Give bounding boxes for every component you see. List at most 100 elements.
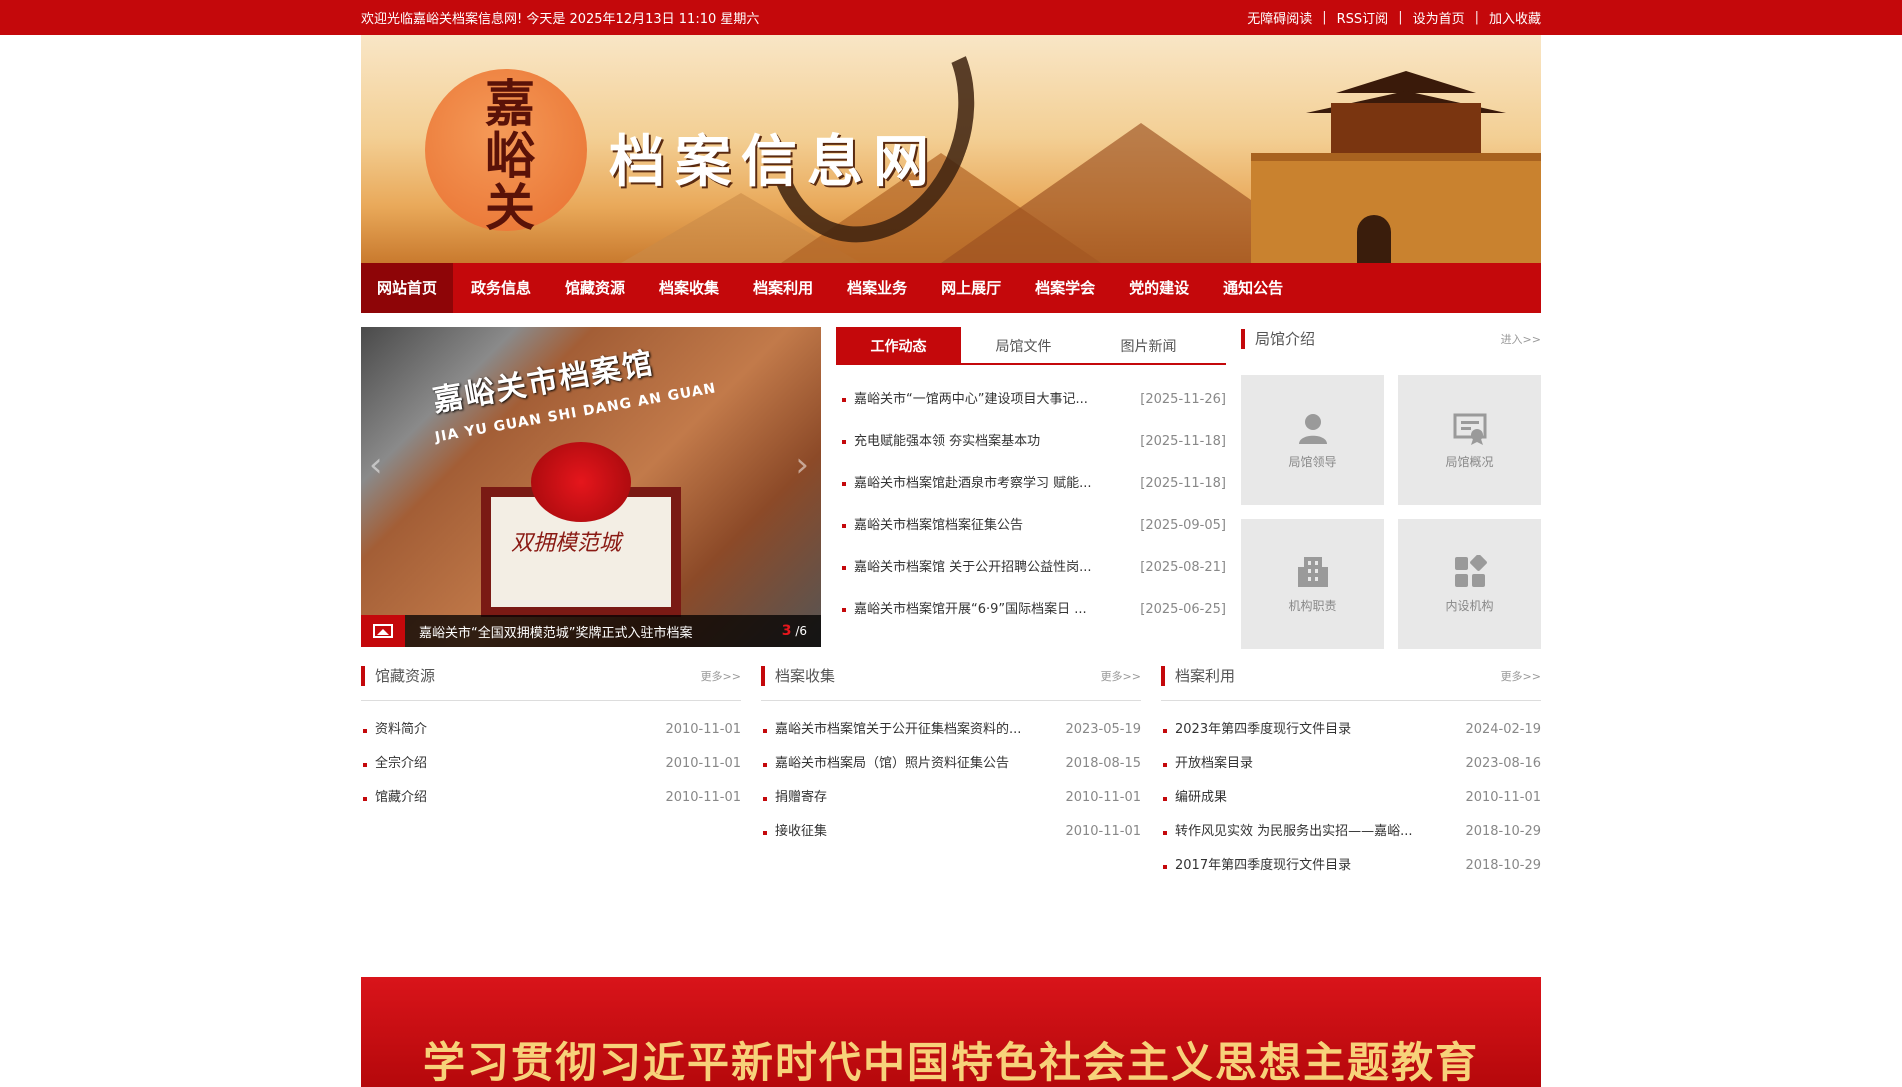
article-date: 2023-08-16 xyxy=(1465,756,1541,771)
nav-home[interactable]: 网站首页 xyxy=(361,263,454,313)
article-date: 2010-11-01 xyxy=(665,756,741,771)
bureau-overview-button[interactable]: 局馆概况 xyxy=(1398,375,1541,505)
accessible-reading-link[interactable]: 无障碍阅读 xyxy=(1247,8,1312,27)
nav-government-info[interactable]: 政务信息 xyxy=(455,263,547,313)
list-item: 2023年第四季度现行文件目录 2024-02-19 xyxy=(1161,713,1541,747)
set-homepage-link[interactable]: 设为首页 xyxy=(1413,8,1465,27)
slide-total: /6 xyxy=(795,624,807,638)
tab-work-updates[interactable]: 工作动态 xyxy=(836,327,961,365)
section-title: 档案利用 xyxy=(1161,665,1235,686)
article-link[interactable]: 资料简介 xyxy=(375,713,655,747)
article-link[interactable]: 2017年第四季度现行文件目录 xyxy=(1175,849,1455,883)
slider-next-icon[interactable]: › xyxy=(795,445,809,485)
organization-duties-button[interactable]: 机构职责 xyxy=(1241,519,1384,649)
cell-label: 机构职责 xyxy=(1288,598,1337,613)
news-date: [2025-09-05] xyxy=(1140,518,1226,533)
article-link[interactable]: 馆藏介绍 xyxy=(375,781,655,815)
nav-online-exhibition[interactable]: 网上展厅 xyxy=(925,263,1017,313)
news-date: [2025-11-18] xyxy=(1140,476,1226,491)
more-link[interactable]: 更多>> xyxy=(1501,668,1541,684)
nav-notices[interactable]: 通知公告 xyxy=(1207,263,1299,313)
article-date: 2010-11-01 xyxy=(1465,790,1541,805)
bureau-leaders-button[interactable]: 局馆领导 xyxy=(1241,375,1384,505)
news-title-link[interactable]: 嘉峪关市档案馆 关于公开招聘公益性岗... xyxy=(854,547,1130,589)
bureau-intro-panel: 局馆介绍 进入>> 局馆领导 局馆概况 机构职责 内设机构 xyxy=(1241,327,1541,649)
article-date: 2010-11-01 xyxy=(1065,790,1141,805)
news-tabs: 工作动态 局馆文件 图片新闻 xyxy=(836,327,1226,365)
list-item: 全宗介绍 2010-11-01 xyxy=(361,747,741,781)
slider-caption-bar: 嘉峪关市“全国双拥模范城”奖牌正式入驻市档案 3 /6 xyxy=(361,615,821,647)
article-date: 2024-02-19 xyxy=(1465,722,1541,737)
cell-label: 局馆概况 xyxy=(1445,454,1494,469)
section-title: 档案收集 xyxy=(761,665,835,686)
divider: | xyxy=(1474,10,1479,25)
list-item: 嘉峪关市“一馆两中心”建设项目大事记... [2025-11-26] xyxy=(836,379,1226,421)
cell-label: 内设机构 xyxy=(1445,598,1494,613)
article-link[interactable]: 嘉峪关市档案局（馆）照片资料征集公告 xyxy=(775,747,1055,781)
article-link[interactable]: 捐赠寄存 xyxy=(775,781,1055,815)
rss-link[interactable]: RSS订阅 xyxy=(1337,8,1389,27)
article-date: 2023-05-19 xyxy=(1065,722,1141,737)
article-link[interactable]: 转作风见实效 为民服务出实招——嘉峪... xyxy=(1175,815,1455,849)
slide-caption-link[interactable]: 嘉峪关市“全国双拥模范城”奖牌正式入驻市档案 xyxy=(419,622,782,641)
article-link[interactable]: 全宗介绍 xyxy=(375,747,655,781)
image-icon xyxy=(361,615,405,647)
list-item: 嘉峪关市档案局（馆）照片资料征集公告 2018-08-15 xyxy=(761,747,1141,781)
news-list: 嘉峪关市“一馆两中心”建设项目大事记... [2025-11-26] 充电赋能强本… xyxy=(836,379,1226,631)
news-date: [2025-11-18] xyxy=(1140,434,1226,449)
article-link[interactable]: 嘉峪关市档案馆关于公开征集档案资料的... xyxy=(775,713,1055,747)
article-link[interactable]: 接收征集 xyxy=(775,815,1055,849)
news-title-link[interactable]: 嘉峪关市档案馆赴酒泉市考察学习 赋能... xyxy=(854,463,1130,505)
collection-resources-section: 馆藏资源 更多>> 资料简介 2010-11-01 全宗介绍 2010-11-01 … xyxy=(361,661,741,883)
main-nav: 网站首页 政务信息 馆藏资源 档案收集 档案利用 档案业务 网上展厅 档案学会 … xyxy=(361,263,1541,313)
tab-photo-news[interactable]: 图片新闻 xyxy=(1086,327,1211,365)
nav-archive-business[interactable]: 档案业务 xyxy=(831,263,923,313)
article-link[interactable]: 开放档案目录 xyxy=(1175,747,1455,781)
article-date: 2018-10-29 xyxy=(1465,824,1541,839)
news-title-link[interactable]: 嘉峪关市“一馆两中心”建设项目大事记... xyxy=(854,379,1130,421)
enter-link[interactable]: 进入>> xyxy=(1501,331,1541,347)
theme-education-banner[interactable]: 学习贯彻习近平新时代中国特色社会主义思想主题教育 xyxy=(361,977,1541,1087)
top-bar: 欢迎光临嘉峪关档案信息网! 今天是 2025年12月13日 11:10 星期六 … xyxy=(0,0,1902,35)
nav-party-building[interactable]: 党的建设 xyxy=(1113,263,1205,313)
list-item: 开放档案目录 2023-08-16 xyxy=(1161,747,1541,781)
article-list: 嘉峪关市档案馆关于公开征集档案资料的... 2023-05-19 嘉峪关市档案局（… xyxy=(761,713,1141,849)
archive-use-section: 档案利用 更多>> 2023年第四季度现行文件目录 2024-02-19 开放档案… xyxy=(1161,661,1541,883)
nav-archive-society[interactable]: 档案学会 xyxy=(1019,263,1111,313)
nav-archive-use[interactable]: 档案利用 xyxy=(737,263,829,313)
list-item: 2017年第四季度现行文件目录 2018-10-29 xyxy=(1161,849,1541,883)
add-favorite-link[interactable]: 加入收藏 xyxy=(1489,8,1541,27)
divider: | xyxy=(1322,10,1327,25)
list-item: 嘉峪关市档案馆档案征集公告 [2025-09-05] xyxy=(836,505,1226,547)
tab-bureau-documents[interactable]: 局馆文件 xyxy=(961,327,1086,365)
section-header: 馆藏资源 更多>> xyxy=(361,661,741,701)
section-header: 档案收集 更多>> xyxy=(761,661,1141,701)
news-title-link[interactable]: 充电赋能强本领 夯实档案基本功 xyxy=(854,421,1130,463)
slide-current: 3 xyxy=(781,623,792,639)
list-item: 充电赋能强本领 夯实档案基本功 [2025-11-18] xyxy=(836,421,1226,463)
nav-collection-resources[interactable]: 馆藏资源 xyxy=(549,263,641,313)
section-title: 局馆介绍 xyxy=(1241,329,1315,349)
site-banner: 嘉峪关 档案信息网 xyxy=(361,35,1541,263)
more-link[interactable]: 更多>> xyxy=(1101,668,1141,684)
site-logo-seal: 嘉峪关 xyxy=(477,77,536,233)
banner-slogan: 学习贯彻习近平新时代中国特色社会主义思想主题教育 xyxy=(422,1038,1479,1087)
news-title-link[interactable]: 嘉峪关市档案馆档案征集公告 xyxy=(854,505,1130,547)
news-panel: 工作动态 局馆文件 图片新闻 嘉峪关市“一馆两中心”建设项目大事记... [202… xyxy=(836,327,1226,647)
more-link[interactable]: 更多>> xyxy=(701,668,741,684)
section-title: 馆藏资源 xyxy=(361,665,435,686)
slider-prev-icon[interactable]: ‹ xyxy=(369,445,383,485)
article-list: 2023年第四季度现行文件目录 2024-02-19 开放档案目录 2023-08-… xyxy=(1161,713,1541,883)
article-link[interactable]: 2023年第四季度现行文件目录 xyxy=(1175,713,1455,747)
certificate-icon xyxy=(1453,413,1486,445)
image-slider[interactable]: 嘉峪关市档案馆 JIA YU GUAN SHI DANG AN GUAN 双拥模… xyxy=(361,327,821,647)
intro-grid: 局馆领导 局馆概况 机构职责 内设机构 xyxy=(1241,375,1541,649)
article-link[interactable]: 编研成果 xyxy=(1175,781,1455,815)
nav-archive-collection[interactable]: 档案收集 xyxy=(643,263,735,313)
list-item: 馆藏介绍 2010-11-01 xyxy=(361,781,741,815)
article-date: 2010-11-01 xyxy=(665,722,741,737)
news-title-link[interactable]: 嘉峪关市档案馆开展“6·9”国际档案日 ... xyxy=(854,589,1130,631)
internal-departments-button[interactable]: 内设机构 xyxy=(1398,519,1541,649)
divider: | xyxy=(1398,10,1403,25)
red-ribbon-bow xyxy=(531,442,631,522)
